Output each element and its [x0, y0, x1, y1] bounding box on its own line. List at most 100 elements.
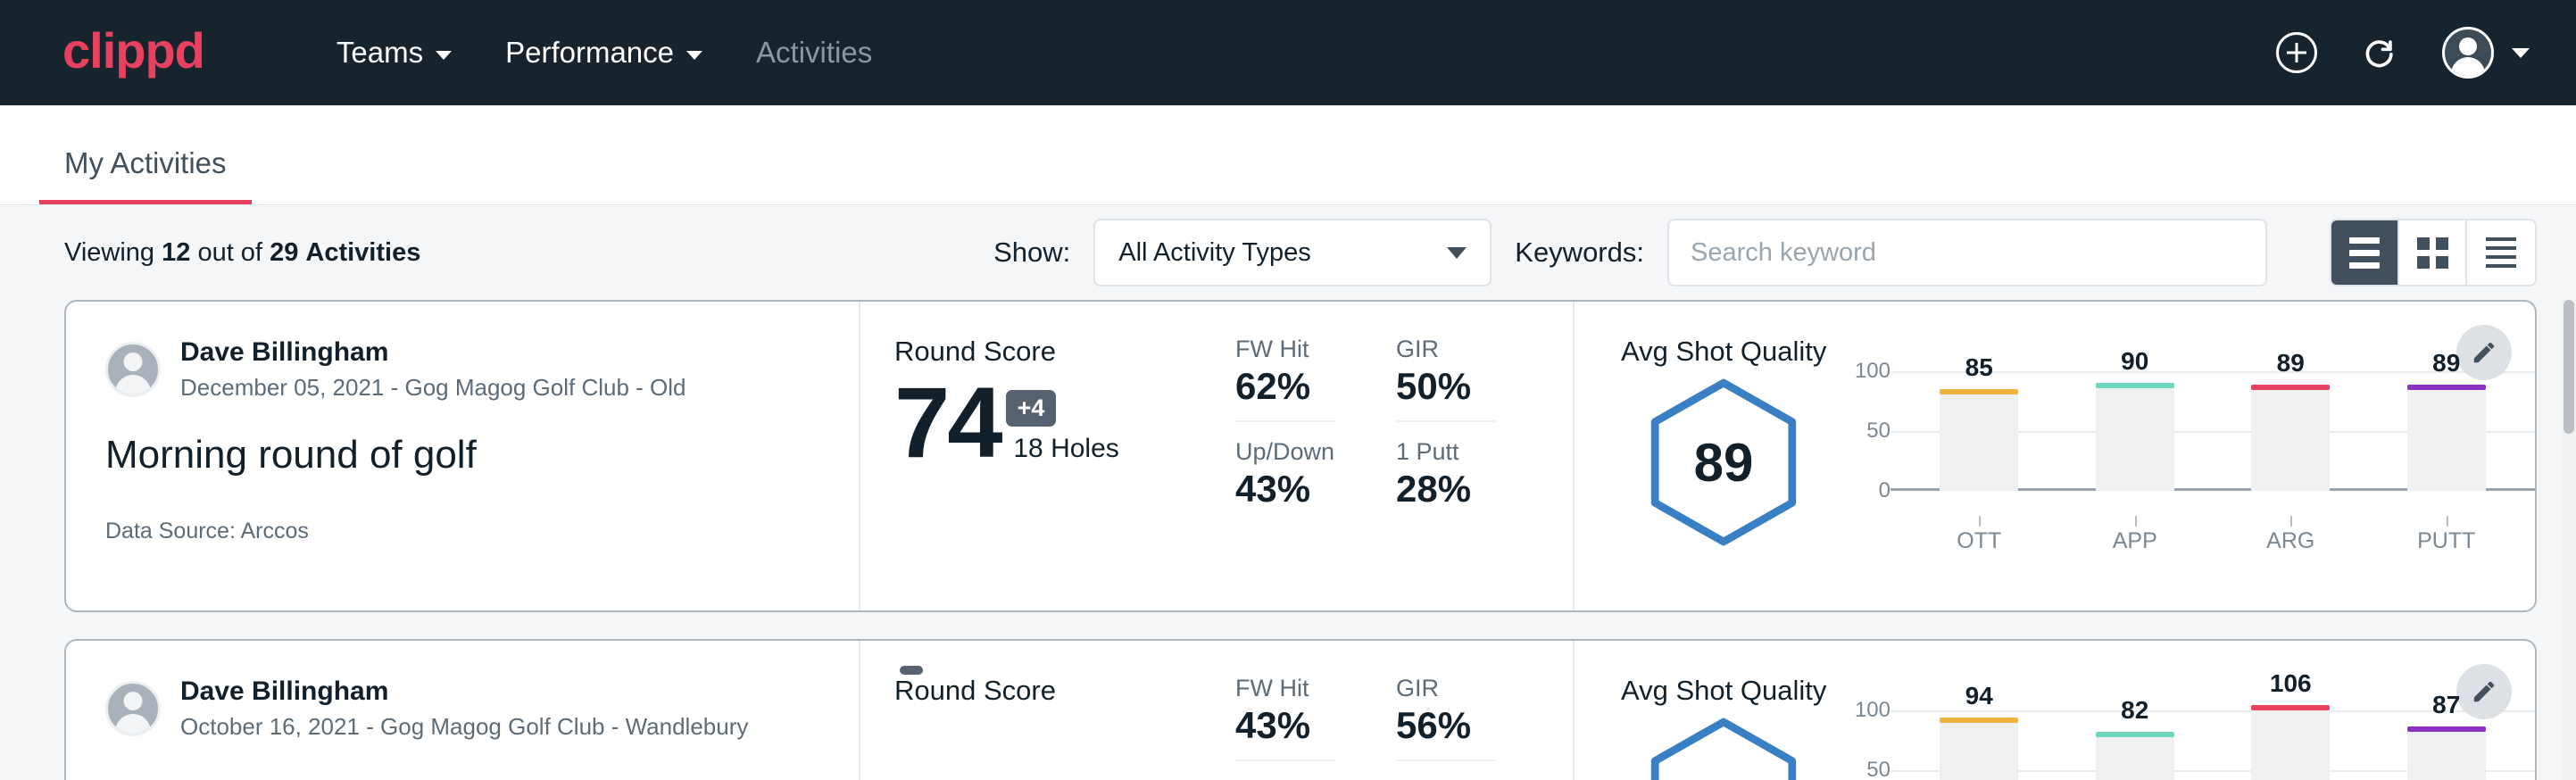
chart-bar-arg: 89	[2251, 385, 2330, 491]
chart-bar-putt: 87	[2407, 726, 2486, 780]
chevron-down-icon[interactable]	[2512, 48, 2530, 58]
round-score-section: Round Score	[860, 641, 1235, 780]
y-tick-100: 100	[1855, 698, 1890, 723]
app-logo[interactable]: clippd	[62, 26, 204, 76]
chevron-down-icon	[436, 51, 452, 60]
avatar-body	[115, 714, 151, 735]
chart-bar-app: 90	[2096, 383, 2174, 491]
chart-y-axis: 100 50 0	[1841, 710, 1890, 780]
viewing-prefix: Viewing	[64, 238, 154, 267]
up-down-label: Up/Down	[1235, 438, 1396, 466]
bar-value-putt: 89	[2432, 349, 2460, 378]
stats-column-left: FW Hit 62% Up/Down 43%	[1235, 302, 1396, 610]
page-scrollbar[interactable]	[2562, 300, 2576, 780]
viewing-middle: out of	[197, 238, 262, 267]
holes-label: 18 Holes	[1013, 434, 1118, 464]
avatar-head	[2459, 37, 2477, 55]
score-delta-badge: +4	[1006, 390, 1057, 427]
edit-activity-button[interactable]	[2456, 325, 2512, 380]
chart-plot-area: 85 90 89	[1890, 371, 2535, 491]
gir-label: GIR	[1396, 675, 1573, 702]
up-down-value: 43%	[1235, 468, 1396, 510]
user-avatar-icon[interactable]	[2442, 27, 2494, 79]
nav-item-activities-label: Activities	[756, 36, 872, 70]
show-label: Show:	[993, 236, 1070, 269]
activity-card[interactable]: Dave Billingham October 16, 2021 - Gog M…	[64, 639, 2537, 780]
shot-quality-hexagon	[1621, 710, 1826, 780]
nav-item-teams[interactable]: Teams	[310, 36, 478, 70]
chart-bar-arg: 106	[2251, 705, 2330, 780]
chevron-down-icon	[1447, 247, 1467, 259]
y-tick-50: 50	[1866, 758, 1890, 780]
activity-meta: December 05, 2021 - Gog Magog Golf Club …	[180, 373, 686, 403]
bar-value-ott: 94	[1965, 682, 1993, 710]
gir-value: 56%	[1396, 704, 1573, 747]
activity-identity: Dave Billingham December 05, 2021 - Gog …	[66, 302, 860, 610]
viewing-suffix: Activities	[305, 238, 420, 267]
bar-value-arg: 106	[2270, 669, 2312, 698]
shot-quality-value	[1645, 716, 1802, 780]
keywords-label: Keywords:	[1515, 236, 1644, 269]
divider	[1235, 420, 1335, 422]
nav-item-performance[interactable]: Performance	[478, 36, 729, 70]
viewing-count-text: Viewing 12 out of 29 Activities	[64, 238, 420, 268]
stats-column-left: FW Hit 43% Up/Down	[1235, 641, 1396, 780]
avg-shot-quality-label: Avg Shot Quality	[1621, 336, 2535, 368]
chart-bar-app: 82	[2096, 732, 2174, 780]
viewing-total: 29	[270, 238, 298, 267]
view-mode-grid-button[interactable]	[2399, 220, 2467, 285]
activity-meta: October 16, 2021 - Gog Magog Golf Club -…	[180, 712, 748, 743]
activity-data-source: Data Source: Arccos	[105, 519, 823, 544]
view-mode-list-button[interactable]	[2331, 220, 2399, 285]
refresh-icon[interactable]	[2360, 33, 2399, 72]
chart-bar-ott: 94	[1940, 718, 2018, 780]
gir-value: 50%	[1396, 365, 1573, 408]
fw-hit-label: FW Hit	[1235, 336, 1396, 363]
edit-activity-button[interactable]	[2456, 664, 2512, 719]
bar-value-putt: 87	[2432, 691, 2460, 719]
grid-view-icon	[2417, 237, 2448, 269]
round-score-section: Round Score 74 +4 18 Holes	[860, 302, 1235, 610]
activity-identity: Dave Billingham October 16, 2021 - Gog M…	[66, 641, 860, 780]
pencil-icon	[2471, 678, 2497, 705]
one-putt-label: 1 Putt	[1396, 438, 1573, 466]
x-tick-arg: ARG	[2251, 528, 2330, 554]
primary-nav: Teams Performance Activities	[310, 36, 899, 70]
x-tick-putt: PUTT	[2407, 528, 2486, 554]
plus-circle-icon[interactable]	[2276, 32, 2317, 73]
tab-my-activities[interactable]: My Activities	[39, 146, 252, 204]
score-delta-badge	[900, 666, 923, 675]
bar-value-arg: 89	[2277, 349, 2305, 378]
view-mode-compact-button[interactable]	[2467, 220, 2535, 285]
scrollbar-thumb[interactable]	[2564, 300, 2574, 434]
one-putt-value: 28%	[1396, 468, 1573, 510]
nav-item-performance-label: Performance	[505, 36, 674, 70]
round-score-label: Round Score	[894, 336, 1235, 368]
chart-x-axis: OTT APP ARG PUTT	[1890, 528, 2535, 554]
shot-quality-chart: 100 50 0 94	[1826, 710, 2535, 780]
bar-value-ott: 85	[1965, 353, 1993, 382]
bar-value-app: 90	[2121, 347, 2148, 376]
filter-bar: Viewing 12 out of 29 Activities Show: Al…	[0, 205, 2576, 300]
avatar-head	[124, 692, 143, 710]
y-tick-50: 50	[1866, 419, 1890, 444]
fw-hit-label: FW Hit	[1235, 675, 1396, 702]
viewing-count: 12	[162, 238, 190, 267]
activity-card[interactable]: Dave Billingham December 05, 2021 - Gog …	[64, 300, 2537, 612]
search-input[interactable]	[1667, 219, 2267, 286]
activity-type-select[interactable]: All Activity Types	[1093, 219, 1492, 286]
nav-item-teams-label: Teams	[337, 36, 423, 70]
view-mode-toggle	[2330, 219, 2537, 286]
chart-y-axis: 100 50 0	[1841, 371, 1890, 491]
nav-item-activities[interactable]: Activities	[729, 36, 899, 70]
divider	[1235, 759, 1335, 761]
avatar-head	[124, 353, 143, 371]
stats-column-right: GIR 50% 1 Putt 28%	[1396, 302, 1575, 610]
avatar-body	[115, 375, 151, 396]
pencil-icon	[2471, 339, 2497, 366]
avg-shot-quality-section: Avg Shot Quality 89 100 50	[1575, 302, 2535, 610]
nav-actions	[2276, 27, 2530, 79]
compact-view-icon	[2486, 237, 2516, 268]
gir-label: GIR	[1396, 336, 1573, 363]
filter-controls: Show: All Activity Types Keywords:	[993, 219, 2537, 286]
